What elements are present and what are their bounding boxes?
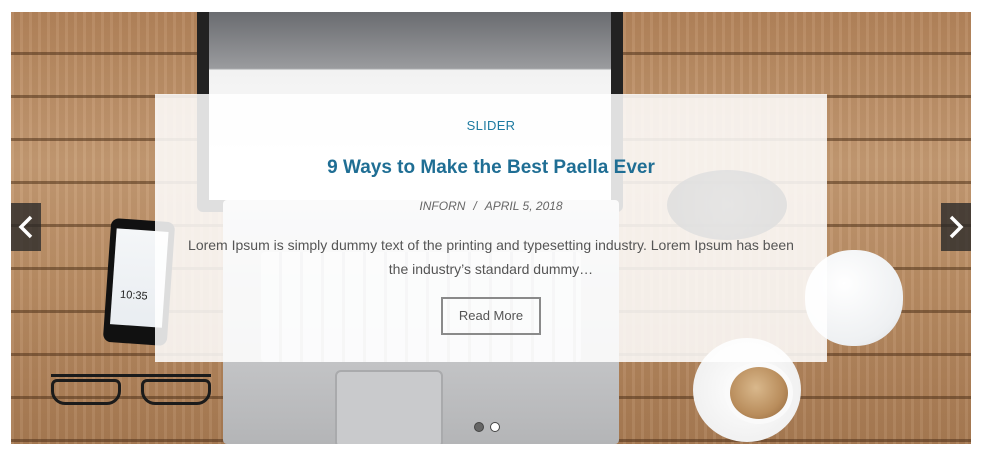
post-date: APRIL 5, 2018 (484, 199, 563, 213)
next-slide-button[interactable] (941, 203, 971, 251)
meta-separator: / (473, 199, 477, 213)
slider-pagination (474, 422, 500, 434)
post-excerpt: Lorem Ipsum is simply dummy text of the … (188, 237, 794, 277)
author-link[interactable]: INFORN (419, 199, 465, 213)
slide-dot-1[interactable] (474, 422, 484, 432)
slide-caption-card: SLIDER 9 Ways to Make the Best Paella Ev… (155, 94, 827, 362)
phone-time: 10:35 (119, 288, 148, 303)
category-link[interactable]: SLIDER (155, 118, 827, 133)
read-more-button[interactable]: Read More (441, 297, 541, 335)
chevron-right-icon (949, 215, 964, 239)
post-title-link[interactable]: 9 Ways to Make the Best Paella Ever (155, 157, 827, 179)
trackpad-image (335, 370, 443, 444)
glasses-image (51, 374, 211, 407)
chevron-left-icon (18, 215, 33, 239)
post-meta: INFORN / APRIL 5, 2018 (155, 199, 827, 213)
slide-dot-2[interactable] (490, 422, 500, 432)
prev-slide-button[interactable] (11, 203, 41, 251)
coffee-cup-image (725, 362, 793, 424)
